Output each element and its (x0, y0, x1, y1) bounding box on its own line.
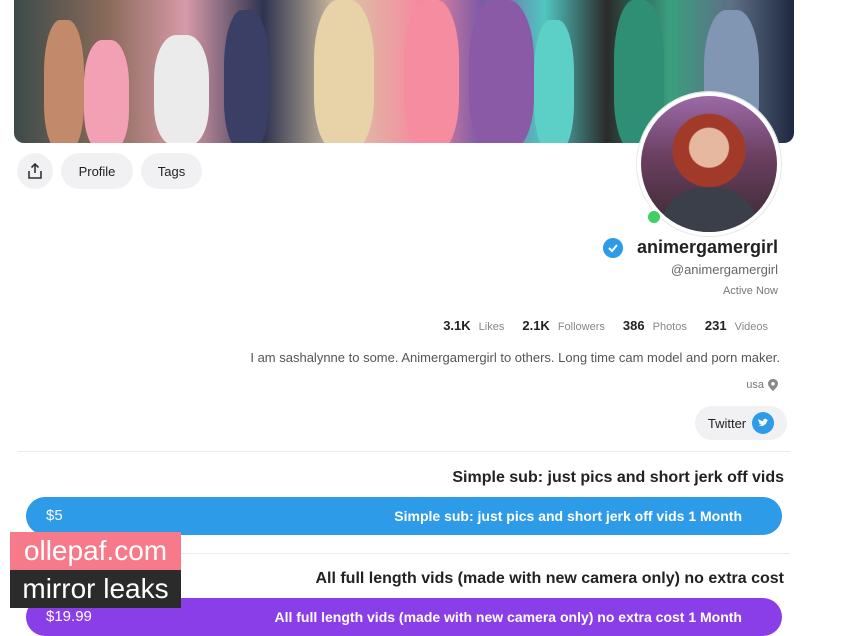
profile-tab-label: Profile (78, 163, 116, 179)
share-button[interactable] (17, 153, 53, 189)
twitter-bird-icon (752, 412, 775, 434)
videos-label: Videos (734, 321, 768, 333)
watermark: ollepaf.com mirror leaks (10, 532, 181, 608)
videos-count: 231 (704, 318, 727, 333)
twitter-link[interactable]: Twitter (695, 406, 787, 440)
photos-count: 386 (622, 318, 645, 333)
profile-bio: I am sashalynne to some. Animergamergirl… (250, 350, 780, 365)
location: usa (746, 379, 778, 391)
tags-tab-button[interactable]: Tags (141, 153, 202, 189)
tags-tab-label: Tags (157, 163, 186, 179)
location-pin-icon (768, 379, 778, 391)
subscribe-price: $5 (46, 507, 63, 524)
twitter-label: Twitter (707, 415, 747, 431)
user-handle: @animergamergirl (670, 262, 778, 277)
watermark-line1: ollepaf.com (10, 532, 181, 570)
location-text: usa (746, 379, 764, 391)
share-icon (28, 162, 42, 179)
activity-status: Active Now (722, 285, 778, 297)
subscribe-button-label: Simple sub: just pics and short jerk off… (394, 508, 742, 524)
subscribe-price: $19.99 (46, 608, 92, 625)
profile-tab-button[interactable]: Profile (61, 153, 133, 189)
likes-label: Likes (478, 321, 505, 333)
photos-label: Photos (652, 321, 687, 333)
followers-label: Followers (557, 321, 605, 333)
online-indicator (646, 209, 662, 225)
verified-icon (603, 238, 623, 258)
divider (18, 451, 790, 452)
followers-count: 2.1K (522, 318, 550, 333)
subscribe-button-label: All full length vids (made with new came… (274, 609, 742, 625)
tier-title: Simple sub: just pics and short jerk off… (452, 469, 784, 486)
profile-stats: 3.1K Likes 2.1K Followers 386 Photos 231… (443, 318, 778, 333)
watermark-line2: mirror leaks (10, 570, 181, 608)
tier-title: All full length vids (made with new came… (315, 570, 784, 587)
display-name: animergamergirl (636, 237, 778, 257)
likes-count: 3.1K (443, 318, 471, 333)
subscribe-button[interactable]: Simple sub: just pics and short jerk off… (26, 497, 782, 535)
